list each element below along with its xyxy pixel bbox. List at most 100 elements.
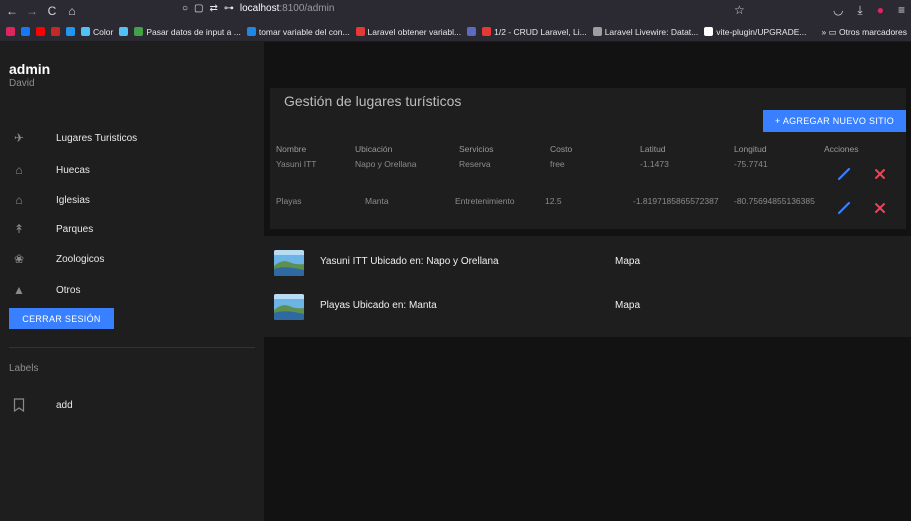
bookmark-favicon-icon [51, 27, 60, 36]
bookmark-item[interactable] [21, 27, 30, 36]
places-card: Gestión de lugares turísticos + AGREGAR … [270, 88, 906, 229]
bookmark-item[interactable]: 1/2 - CRUD Laravel, Li... [482, 27, 587, 37]
menu-item-zoologicos[interactable]: ❀ Zoologicos [0, 247, 264, 271]
delete-icon[interactable] [873, 201, 889, 217]
menu-item-label: Otros [56, 284, 81, 296]
table-cell: free [550, 159, 565, 169]
bookmark-item[interactable] [467, 27, 477, 36]
forward-icon[interactable]: → [24, 3, 40, 19]
bookmark-item[interactable]: Pasar datos de input a ... [134, 27, 241, 37]
menu-item-otros[interactable]: ▲ Otros [0, 278, 264, 302]
logout-button[interactable]: CERRAR SESIÓN [9, 308, 114, 329]
home-button-icon[interactable]: ⌂ [64, 3, 80, 19]
menu-item-label: Iglesias [56, 194, 90, 206]
places-list: Yasuni ITT Ubicado en: Napo y Orellana M… [264, 236, 911, 337]
bookmark-favicon-icon [134, 27, 144, 36]
bookmark-favicon-icon [6, 27, 15, 36]
bookmark-item[interactable] [6, 27, 15, 36]
column-header: Servicios [459, 144, 494, 154]
column-header: Acciones [824, 144, 859, 154]
user-subtitle: David [9, 78, 35, 89]
bookmark-item[interactable]: Laravel obtener variabl... [355, 27, 461, 37]
other-bookmarks[interactable]: » ▭ Otros marcadores [821, 27, 907, 38]
menu-item-label: Lugares Turisticos [56, 132, 138, 144]
key-icon: ⊶ [223, 3, 234, 14]
download-icon[interactable]: ⤓ [857, 3, 862, 18]
list-item[interactable]: Playas Ubicado en: Manta Mapa [264, 290, 911, 322]
url-text: localhost:8100/admin [239, 3, 335, 14]
shield-icon: ○ [182, 3, 189, 14]
app: admin David ✈ Lugares Turisticos ⌂ Hueca… [0, 42, 911, 521]
column-header: Ubicación [355, 144, 393, 154]
column-header: Nombre [276, 144, 307, 154]
bookmark-favicon-icon [119, 27, 129, 36]
address-bar[interactable]: ○ ▢ ⇄ ⊶ localhost:8100/admin [182, 3, 334, 14]
column-header: Longitud [734, 144, 767, 154]
bookmark-item[interactable]: tomar variable del con... [246, 27, 350, 37]
extension-icon[interactable]: ● [877, 3, 884, 18]
reload-icon[interactable]: C [44, 3, 60, 19]
bookmark-item[interactable]: Color [81, 27, 113, 37]
page-icon: ▢ [194, 3, 204, 14]
browser-toolbar: ← → C ⌂ ○ ▢ ⇄ ⊶ localhost:8100/admin ☆ ◡… [0, 0, 911, 22]
sidebar: admin David ✈ Lugares Turisticos ⌂ Hueca… [0, 42, 264, 521]
bookmark-favicon-icon [246, 27, 256, 36]
label-item-add[interactable]: add [0, 393, 264, 417]
table-cell: Entretenimiento [455, 196, 515, 206]
bookmark-item[interactable] [51, 27, 60, 36]
airplane-icon: ✈ [13, 131, 25, 145]
place-thumbnail [274, 250, 304, 276]
bookmark-favicon-icon [355, 27, 365, 36]
table-cell: Playas [276, 196, 302, 206]
divider [9, 347, 255, 348]
church-icon: ⌂ [15, 193, 23, 207]
paw-icon: ❀ [13, 252, 25, 266]
menu-item-lugares-turisticos[interactable]: ✈ Lugares Turisticos [0, 126, 264, 150]
home-icon: ⌂ [15, 163, 23, 177]
bookmark-item[interactable] [36, 27, 45, 36]
bookmark-favicon-icon [81, 27, 90, 36]
bookmark-star-icon[interactable]: ☆ [734, 3, 745, 17]
column-header: Costo [550, 144, 573, 154]
list-item-label: Yasuni ITT Ubicado en: Napo y Orellana [320, 256, 499, 267]
bookmark-favicon-icon [592, 27, 602, 36]
add-site-button[interactable]: + AGREGAR NUEVO SITIO [763, 110, 906, 132]
menu-item-parques[interactable]: ↟ Parques [0, 217, 264, 241]
page-title: Gestión de lugares turísticos [284, 93, 462, 109]
bookmark-item[interactable]: vite-plugin/UPGRADE... [704, 27, 806, 37]
edit-icon[interactable] [836, 166, 852, 182]
menu-item-huecas[interactable]: ⌂ Huecas [0, 158, 264, 182]
menu-icon[interactable]: ≡ [898, 3, 905, 18]
menu-item-label: Zoologicos [56, 253, 105, 265]
warning-icon: ▲ [13, 283, 25, 297]
map-link[interactable]: Mapa [615, 300, 640, 311]
map-link[interactable]: Mapa [615, 256, 640, 267]
list-item[interactable]: Yasuni ITT Ubicado en: Napo y Orellana M… [264, 246, 911, 278]
table-cell: 12.5 [545, 196, 562, 206]
bookmark-icon [11, 397, 27, 413]
bookmark-favicon-icon [36, 27, 45, 36]
edit-icon[interactable] [836, 200, 852, 216]
label-item-label: add [56, 399, 73, 411]
table-cell: Yasuni ITT [276, 159, 317, 169]
list-item-label: Playas Ubicado en: Manta [320, 300, 437, 311]
menu-item-label: Parques [56, 223, 94, 235]
bookmark-item[interactable] [66, 27, 75, 36]
bookmark-item[interactable] [119, 27, 129, 36]
tree-icon: ↟ [13, 222, 25, 236]
back-icon[interactable]: ← [4, 3, 20, 19]
pocket-icon[interactable]: ◡ [833, 3, 843, 18]
permissions-icon: ⇄ [209, 3, 218, 14]
table-cell: -80.75694855136385 [734, 196, 815, 206]
menu-item-iglesias[interactable]: ⌂ Iglesias [0, 188, 264, 212]
table-cell: -75.7741 [734, 159, 768, 169]
bookmark-item[interactable]: Laravel Livewire: Datat... [592, 27, 698, 37]
delete-icon[interactable] [873, 167, 889, 183]
bookmark-favicon-icon [482, 27, 492, 36]
table-cell: Manta [365, 196, 389, 206]
menu-item-label: Huecas [56, 164, 90, 176]
bookmarks-bar: Color Pasar datos de input a ... tomar var… [0, 22, 911, 42]
table-cell: Napo y Orellana [355, 159, 417, 169]
labels-heading: Labels [9, 363, 39, 374]
bookmark-favicon-icon [66, 27, 75, 36]
